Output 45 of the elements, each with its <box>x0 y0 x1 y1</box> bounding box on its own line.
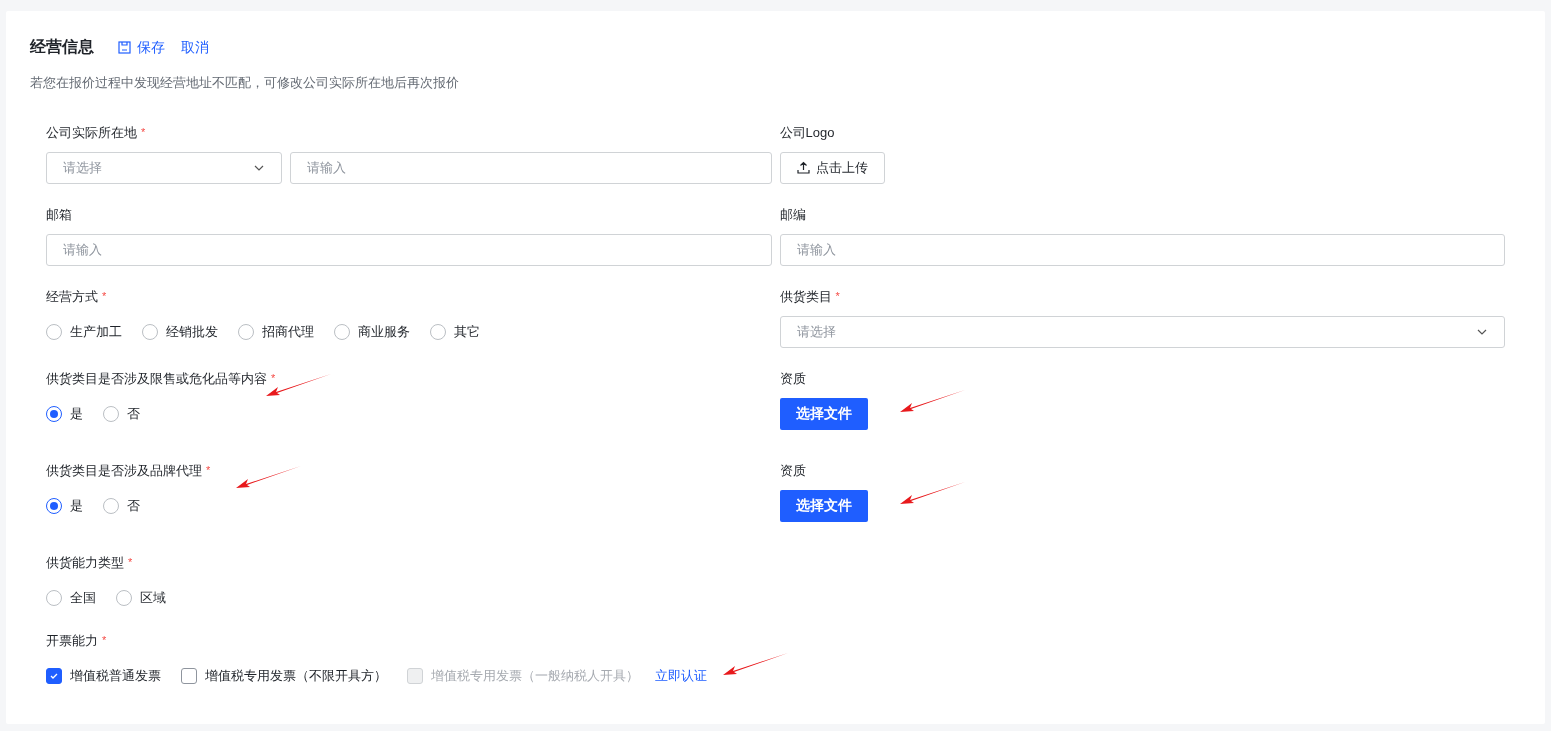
field-label: 供货能力类型 <box>46 553 124 572</box>
radio-option[interactable]: 是 <box>46 403 83 424</box>
field-label: 资质 <box>779 369 806 388</box>
radio-option[interactable]: 是 <box>46 495 83 516</box>
radio-option[interactable]: 否 <box>103 403 140 424</box>
required-mark: * <box>835 289 840 305</box>
radio-option[interactable]: 商业服务 <box>334 321 410 342</box>
upload-icon <box>796 161 810 174</box>
field-label: 供货类目是否涉及限售或危化品等内容 <box>46 369 267 388</box>
field-label: 资质 <box>779 461 806 480</box>
radio-option[interactable]: 其它 <box>430 321 480 342</box>
radio-option[interactable]: 全国 <box>46 587 96 608</box>
choose-file-button[interactable]: 选择文件 <box>779 397 868 430</box>
field-label: 供货类目 <box>779 287 832 306</box>
required-mark: * <box>141 125 146 141</box>
field-label: 经营方式 <box>46 287 98 306</box>
save-button[interactable]: 保存 <box>118 36 165 58</box>
cancel-button[interactable]: 取消 <box>181 36 209 58</box>
required-mark: * <box>128 555 133 571</box>
radio-option[interactable]: 否 <box>103 495 140 516</box>
field-label: 开票能力 <box>46 631 98 650</box>
upload-button[interactable]: 点击上传 <box>779 151 885 184</box>
save-icon <box>118 40 131 54</box>
input-field[interactable]: 请输入 <box>290 151 772 184</box>
radio-option[interactable]: 经销批发 <box>142 321 218 342</box>
radio-option[interactable]: 招商代理 <box>238 321 314 342</box>
hint-text: 若您在报价过程中发现经营地址不匹配，可修改公司实际所在地后再次报价 <box>30 74 460 92</box>
input-field[interactable]: 请输入 <box>779 233 1505 266</box>
field-label: 公司Logo <box>779 123 835 142</box>
required-mark: * <box>102 633 107 649</box>
required-mark: * <box>102 289 107 305</box>
radio-option[interactable]: 生产加工 <box>46 321 122 342</box>
field-label: 供货类目是否涉及品牌代理 <box>46 461 202 480</box>
field-label: 邮编 <box>779 205 806 224</box>
field-label: 邮箱 <box>46 205 72 224</box>
checkbox-option[interactable]: 增值税专用发票（不限开具方） <box>181 665 387 686</box>
field-label: 公司实际所在地 <box>46 123 137 142</box>
required-mark: * <box>271 371 276 387</box>
section-title: 经营信息 <box>30 37 94 57</box>
checkbox-option[interactable]: 增值税普通发票 <box>46 665 161 686</box>
choose-file-button[interactable]: 选择文件 <box>779 489 868 522</box>
input-field[interactable]: 请输入 <box>46 233 772 266</box>
radio-option[interactable]: 区域 <box>116 587 166 608</box>
required-mark: * <box>206 463 211 479</box>
verify-link[interactable]: 立即认证 <box>655 665 707 686</box>
